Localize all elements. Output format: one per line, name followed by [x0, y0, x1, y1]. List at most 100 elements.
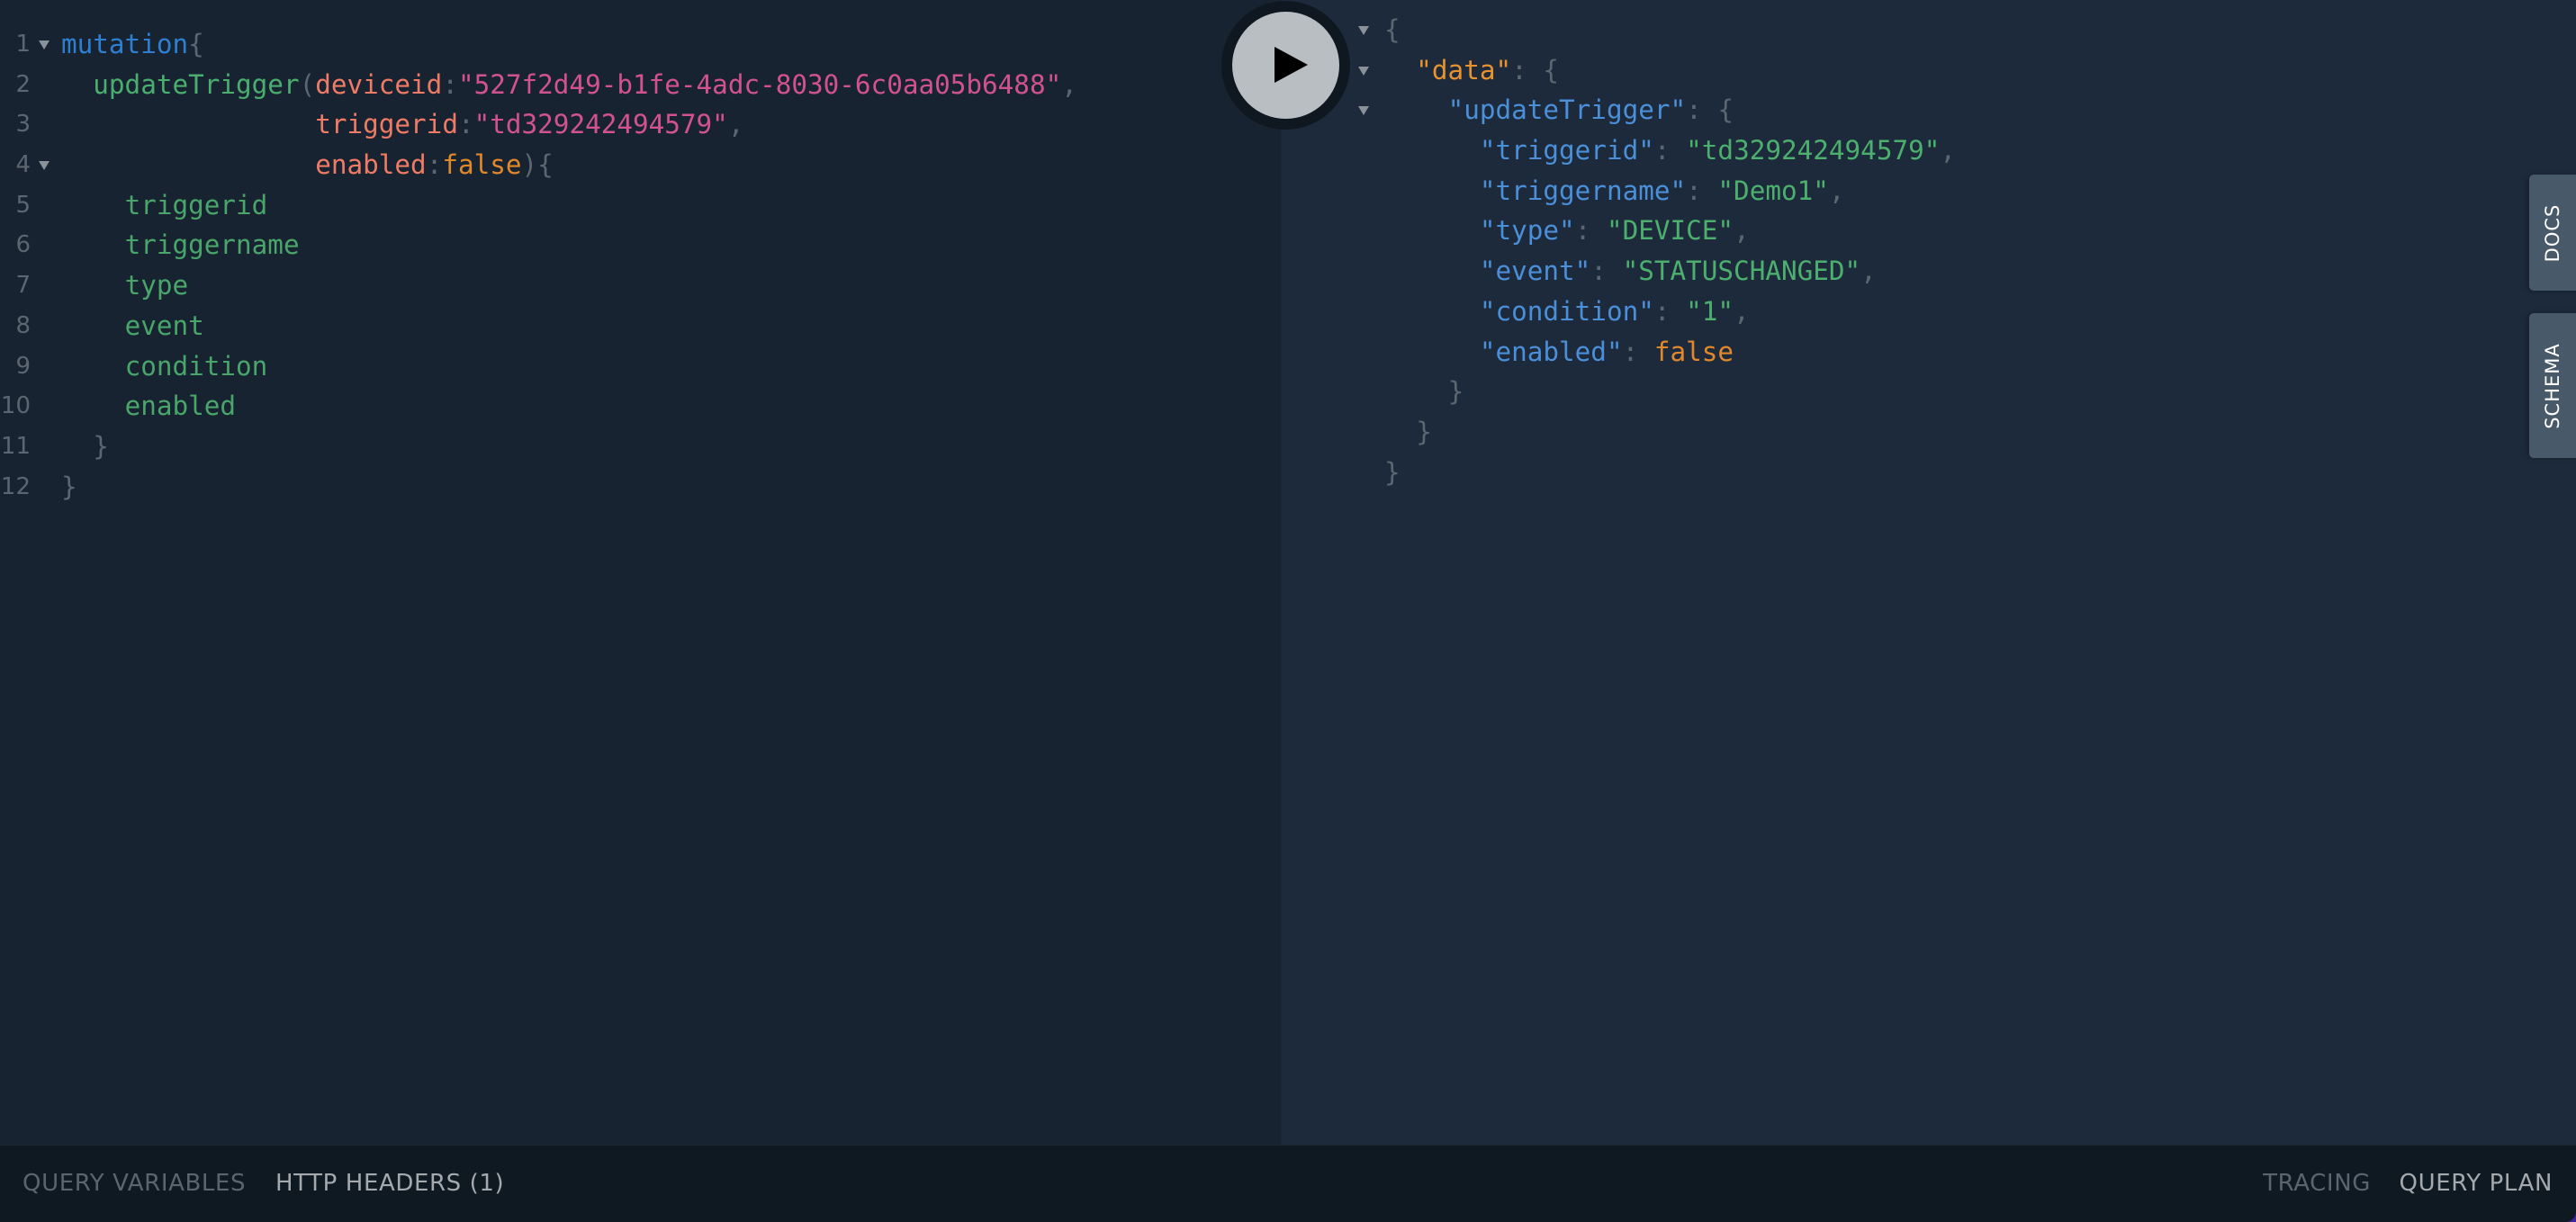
code-token: , — [1940, 135, 1957, 166]
code-token: "DEVICE" — [1606, 215, 1734, 247]
code-token: ){ — [521, 149, 554, 181]
code-token: false — [1653, 336, 1734, 367]
line-text: enabled:false){ — [61, 145, 554, 185]
code-token: { — [188, 29, 204, 59]
fold-arrow-icon[interactable] — [39, 40, 50, 49]
code-token: "527f2d49-b1fe-4adc-8030-6c0aa05b6488" — [457, 68, 1062, 100]
code-token: , — [1061, 68, 1077, 100]
code-token: "triggerid" — [1479, 135, 1654, 166]
code-token: : — [1653, 295, 1687, 327]
tracing-tab[interactable]: TRACING — [2263, 1170, 2371, 1197]
code-token: "data" — [1416, 54, 1512, 85]
code-token: ( — [299, 68, 316, 100]
code-token: : — [1574, 215, 1607, 247]
code-token: : — [1686, 175, 1718, 206]
code-token: enabled — [124, 391, 237, 422]
line-number: 3 — [15, 111, 31, 139]
code-token: "type" — [1479, 215, 1575, 247]
query-variables-tab[interactable]: QUERY VARIABLES — [23, 1170, 246, 1197]
line-text: condition — [61, 346, 268, 387]
code-token: "event" — [1479, 256, 1591, 287]
code-token: enabled — [315, 149, 427, 181]
code-token: triggerid — [124, 189, 268, 220]
code-token: : — [1590, 256, 1623, 287]
line-text: triggerid:"td329242494579", — [61, 104, 743, 145]
result-viewer: { "data": { "updateTrigger": { "triggeri… — [1281, 0, 2576, 1145]
line-number: 9 — [15, 352, 31, 380]
line-number: 4 — [15, 151, 31, 179]
code-token: event — [124, 310, 204, 341]
line-text: updateTrigger(deviceid:"527f2d49-b1fe-4a… — [61, 65, 1077, 105]
code-token: } — [93, 430, 109, 462]
code-token: "td329242494579" — [1686, 135, 1941, 166]
code-token: "condition" — [1479, 295, 1654, 327]
line-text: "triggername": "Demo1", — [1384, 171, 1845, 211]
line-text: "event": "STATUSCHANGED", — [1384, 251, 1877, 292]
line-number: 6 — [15, 231, 31, 259]
bottom-bar: QUERY VARIABLES HTTP HEADERS (1) TRACING… — [0, 1145, 2576, 1222]
line-number: 1 — [15, 31, 31, 58]
docs-tab[interactable]: DOCS — [2529, 175, 2576, 291]
code-token: "updateTrigger" — [1447, 94, 1687, 126]
code-token: "enabled" — [1479, 336, 1623, 367]
fold-arrow-icon[interactable] — [1358, 106, 1369, 116]
code-token: "Demo1" — [1717, 175, 1829, 206]
line-text: enabled — [61, 386, 236, 427]
line-text: } — [1384, 453, 1401, 493]
code-token: "triggername" — [1479, 175, 1687, 206]
code-token: "STATUSCHANGED" — [1622, 256, 1861, 287]
line-text: type — [61, 265, 189, 306]
play-icon — [1274, 47, 1308, 83]
execute-query-button-face[interactable] — [1232, 12, 1339, 119]
line-text: "data": { — [1384, 50, 1559, 91]
code-token: : { — [1686, 94, 1734, 126]
http-headers-tab[interactable]: HTTP HEADERS (1) — [275, 1170, 504, 1197]
code-token: triggername — [124, 229, 300, 261]
fold-arrow-icon[interactable] — [1358, 26, 1369, 35]
code-token: mutation — [61, 29, 189, 59]
code-token: triggerid — [315, 109, 458, 140]
code-token: } — [1447, 376, 1464, 408]
query-editor[interactable]: 1 mutation{2 updateTrigger(deviceid:"527f… — [0, 0, 1281, 1145]
line-text: "triggerid": "td329242494579", — [1384, 130, 1956, 171]
code-token: , — [1734, 295, 1750, 327]
code-token: : — [457, 109, 474, 140]
execute-query-button[interactable] — [1221, 1, 1350, 130]
fold-arrow-icon[interactable] — [1358, 66, 1369, 76]
code-token: : { — [1511, 54, 1560, 85]
code-token: updateTrigger — [93, 68, 300, 100]
line-text: "condition": "1", — [1384, 292, 1750, 332]
query-plan-tab[interactable]: QUERY PLAN — [2400, 1170, 2553, 1197]
line-number: 12 — [0, 472, 31, 500]
schema-tab[interactable]: SCHEMA — [2529, 313, 2576, 458]
schema-tab-label: SCHEMA — [2542, 342, 2563, 429]
code-token: : — [1622, 336, 1654, 367]
line-text: event — [61, 306, 204, 346]
line-text: "enabled": false — [1384, 332, 1734, 373]
code-token: "1" — [1686, 295, 1734, 327]
fold-arrow-icon[interactable] — [39, 161, 50, 171]
code-token: "td329242494579" — [473, 109, 728, 140]
line-number: 2 — [15, 70, 31, 98]
code-token: , — [1734, 215, 1750, 247]
code-token: } — [1384, 456, 1401, 488]
code-token: , — [1828, 175, 1845, 206]
code-token: : — [442, 68, 458, 100]
code-token: } — [1416, 416, 1432, 447]
line-text: "type": "DEVICE", — [1384, 211, 1750, 251]
line-text: "updateTrigger": { — [1384, 90, 1734, 130]
